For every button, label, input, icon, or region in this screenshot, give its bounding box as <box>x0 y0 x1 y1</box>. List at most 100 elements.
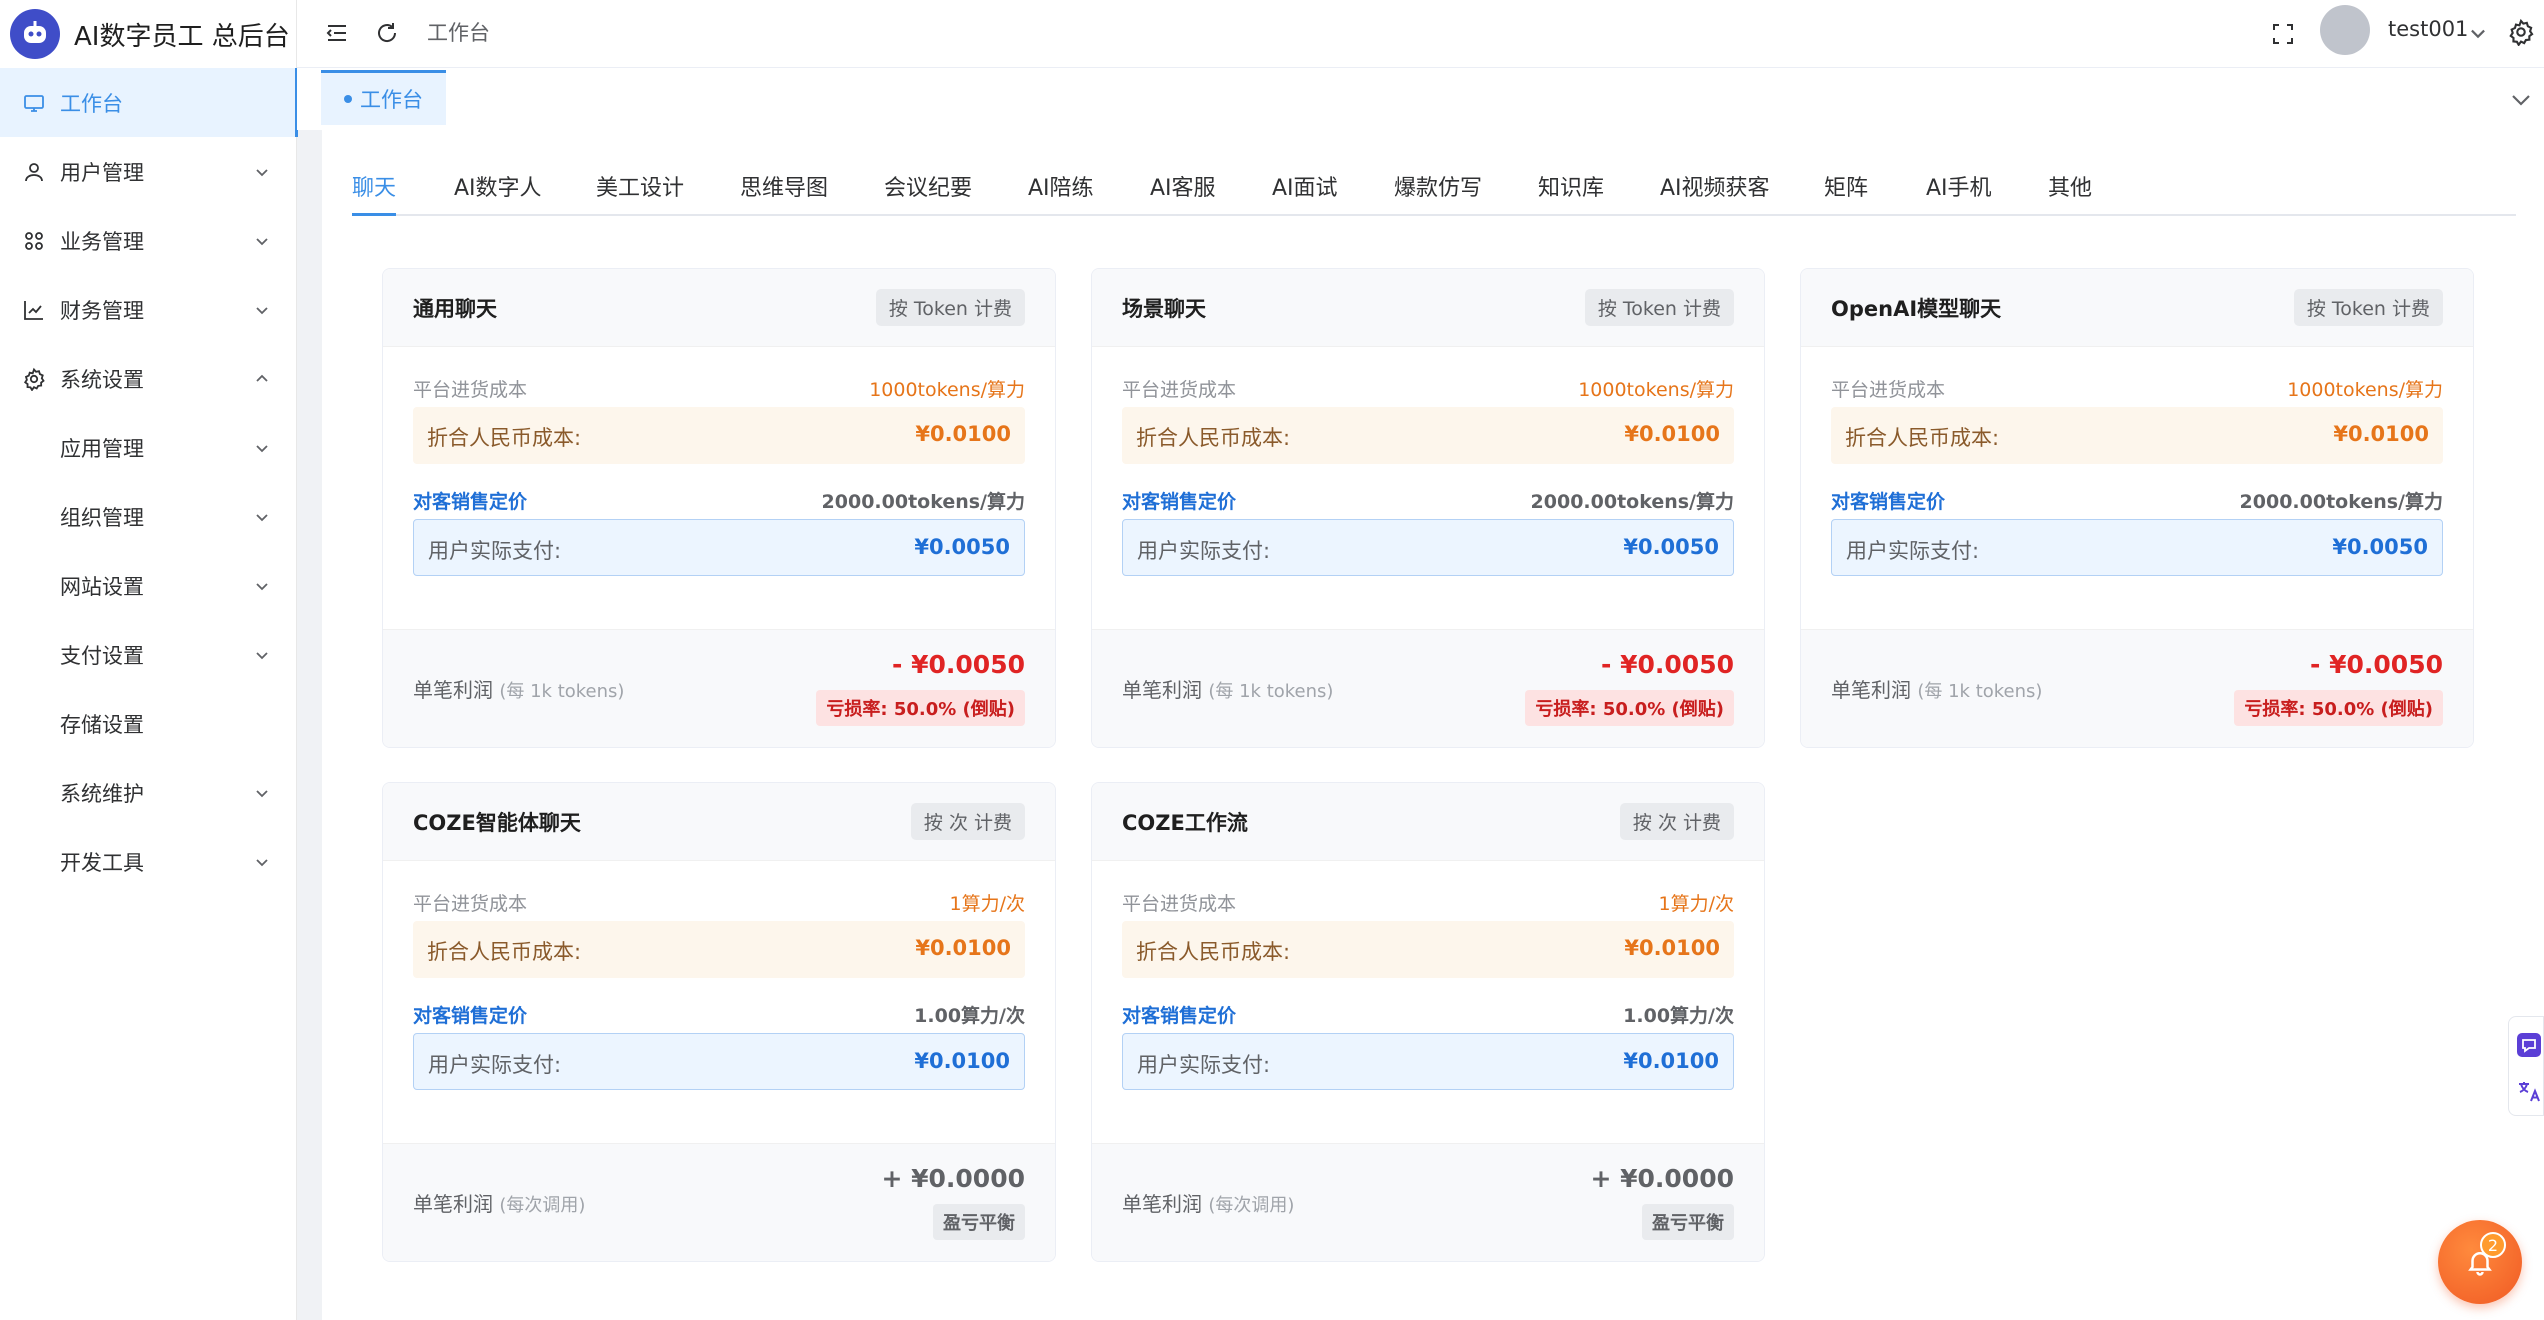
refresh-icon[interactable] <box>373 19 401 47</box>
chevron-up-icon <box>256 374 268 382</box>
profit-label-text: 单笔利润 <box>1831 678 1911 702</box>
username[interactable]: test001 <box>2388 17 2468 41</box>
gear-icon <box>23 367 45 391</box>
sell-price-label: 对客销售定价 <box>1831 491 1946 513</box>
tag-workbench[interactable]: 工作台 <box>321 70 446 125</box>
profit-unit: (每次调用) <box>499 1195 586 1216</box>
user-pay-label: 用户实际支付: <box>1137 1053 1271 1077</box>
sidebar-item-storage-settings[interactable]: 存储设置 <box>0 689 297 758</box>
user-pay-label: 用户实际支付: <box>1846 539 1980 563</box>
status-badge: 亏损率: 50.0% (倒贴) <box>1525 690 1734 726</box>
chevron-down-icon[interactable] <box>2467 22 2489 44</box>
sidebar-item-label: 财务管理 <box>60 298 144 323</box>
user-icon <box>25 162 43 181</box>
user-pay-label: 用户实际支付: <box>428 1053 562 1077</box>
card-footer: 单笔利润 (每次调用) + ¥0.0000 盈亏平衡 <box>383 1143 1055 1261</box>
chevron-down-icon <box>256 582 268 590</box>
billing-mode-tag: 按 次 计费 <box>1619 803 1734 840</box>
card-title: COZE智能体聊天 <box>413 811 581 835</box>
tab-ai-video-leads[interactable]: AI视频获客 <box>1660 170 1770 202</box>
pricing-card: 通用聊天 按 Token 计费 平台进货成本 1000tokens/算力 折合人… <box>382 268 1056 748</box>
chart-icon <box>24 300 43 320</box>
profit-label-text: 单笔利润 <box>1122 1192 1202 1216</box>
tag-dot <box>344 95 352 103</box>
tab-ai-customer-service[interactable]: AI客服 <box>1150 170 1216 202</box>
sidebar-item-app-management[interactable]: 应用管理 <box>0 413 297 482</box>
profit-label: 单笔利润 (每 1k tokens) <box>1122 674 1333 703</box>
profit-value: - ¥0.0050 <box>1601 650 1734 679</box>
card-footer: 单笔利润 (每次调用) + ¥0.0000 盈亏平衡 <box>1092 1143 1764 1261</box>
rmb-cost-label: 折合人民币成本: <box>1845 426 2000 450</box>
tab-viral-rewrite[interactable]: 爆款仿写 <box>1394 170 1482 202</box>
tab-knowledge-base[interactable]: 知识库 <box>1538 170 1604 202</box>
user-pay-value: ¥0.0100 <box>1623 1049 1719 1073</box>
sell-rate: 1.00算力/次 <box>914 1005 1025 1027</box>
rmb-cost-label: 折合人民币成本: <box>427 426 582 450</box>
tab-ai-digital-human[interactable]: AI数字人 <box>454 170 542 202</box>
sell-price-label: 对客销售定价 <box>413 1005 528 1027</box>
sidebar-item-site-settings[interactable]: 网站设置 <box>0 551 297 620</box>
cost-rate: 1000tokens/算力 <box>2287 379 2443 401</box>
status-badge: 盈亏平衡 <box>1642 1204 1734 1240</box>
tag-label: 工作台 <box>360 88 423 112</box>
card-title: 场景聊天 <box>1122 297 1206 321</box>
tab-art-design[interactable]: 美工设计 <box>596 170 684 202</box>
avatar[interactable] <box>2320 5 2370 55</box>
tab-ai-coach[interactable]: AI陪练 <box>1028 170 1094 202</box>
card-footer: 单笔利润 (每 1k tokens) - ¥0.0050 亏损率: 50.0% … <box>383 629 1055 747</box>
status-badge: 亏损率: 50.0% (倒贴) <box>2234 690 2443 726</box>
sidebar-item-workbench[interactable]: 工作台 <box>0 68 298 137</box>
tab-other[interactable]: 其他 <box>2048 170 2092 202</box>
card-header: COZE智能体聊天 按 次 计费 <box>383 783 1055 861</box>
rmb-cost-box: 折合人民币成本: ¥0.0100 <box>1122 407 1734 464</box>
sidebar-item-business[interactable]: 业务管理 <box>0 206 297 275</box>
pricing-card: COZE智能体聊天 按 次 计费 平台进货成本 1算力/次 折合人民币成本: ¥… <box>382 782 1056 1262</box>
rmb-cost-box: 折合人民币成本: ¥0.0100 <box>1122 921 1734 978</box>
notification-button[interactable]: 2 <box>2438 1220 2522 1304</box>
tab-matrix[interactable]: 矩阵 <box>1824 170 1868 202</box>
card-title: OpenAI模型聊天 <box>1831 297 2002 321</box>
chevron-down-icon <box>256 168 268 176</box>
tab-chat[interactable]: 聊天 <box>352 170 396 202</box>
pricing-card: OpenAI模型聊天 按 Token 计费 平台进货成本 1000tokens/… <box>1800 268 2474 748</box>
sidebar-item-dev-tools[interactable]: 开发工具 <box>0 827 297 896</box>
sidebar-item-label: 网站设置 <box>60 574 144 599</box>
sidebar-item-label: 应用管理 <box>60 436 144 461</box>
chat-bubble-icon[interactable] <box>2515 1031 2543 1059</box>
breadcrumb[interactable]: 工作台 <box>427 17 490 47</box>
sell-rate: 1.00算力/次 <box>1623 1005 1734 1027</box>
sidebar-item-finance[interactable]: 财务管理 <box>0 275 297 344</box>
profit-value: - ¥0.0050 <box>892 650 1025 679</box>
status-badge: 盈亏平衡 <box>933 1204 1025 1240</box>
main-panel: 聊天 AI数字人 美工设计 思维导图 会议纪要 AI陪练 AI客服 AI面试 爆… <box>322 130 2544 1320</box>
menu-fold-icon[interactable] <box>323 19 351 47</box>
cost-label: 平台进货成本 <box>413 893 528 915</box>
sell-price-label: 对客销售定价 <box>1122 491 1237 513</box>
gear-icon[interactable] <box>2507 18 2535 46</box>
billing-mode-tag: 按 次 计费 <box>910 803 1025 840</box>
sidebar-item-label: 开发工具 <box>60 850 144 875</box>
sidebar-item-payment-settings[interactable]: 支付设置 <box>0 620 297 689</box>
topbar: 工作台 test001 <box>297 0 2544 68</box>
user-pay-label: 用户实际支付: <box>1137 539 1271 563</box>
sidebar-item-users[interactable]: 用户管理 <box>0 137 297 206</box>
sidebar-item-org-management[interactable]: 组织管理 <box>0 482 297 551</box>
tab-mind-map[interactable]: 思维导图 <box>740 170 828 202</box>
rmb-cost-value: ¥0.0100 <box>2333 422 2429 446</box>
chevron-down-icon <box>256 513 268 521</box>
brand: AI数字员工 总后台 <box>0 0 296 68</box>
sidebar-item-label: 存储设置 <box>60 712 144 737</box>
sell-price-label: 对客销售定价 <box>413 491 528 513</box>
profit-label: 单笔利润 (每 1k tokens) <box>413 674 624 703</box>
tab-ai-interview[interactable]: AI面试 <box>1272 170 1338 202</box>
tab-ai-phone[interactable]: AI手机 <box>1926 170 1992 202</box>
card-footer: 单笔利润 (每 1k tokens) - ¥0.0050 亏损率: 50.0% … <box>1092 629 1764 747</box>
card-header: 场景聊天 按 Token 计费 <box>1092 269 1764 347</box>
sidebar-item-system-maintenance[interactable]: 系统维护 <box>0 758 297 827</box>
profit-label-text: 单笔利润 <box>413 678 493 702</box>
sidebar-item-system-settings[interactable]: 系统设置 <box>0 344 297 413</box>
chevron-down-icon[interactable] <box>2509 88 2533 112</box>
translate-icon[interactable] <box>2515 1077 2543 1105</box>
tab-meeting-minutes[interactable]: 会议纪要 <box>884 170 972 202</box>
fullscreen-icon[interactable] <box>2269 20 2297 48</box>
